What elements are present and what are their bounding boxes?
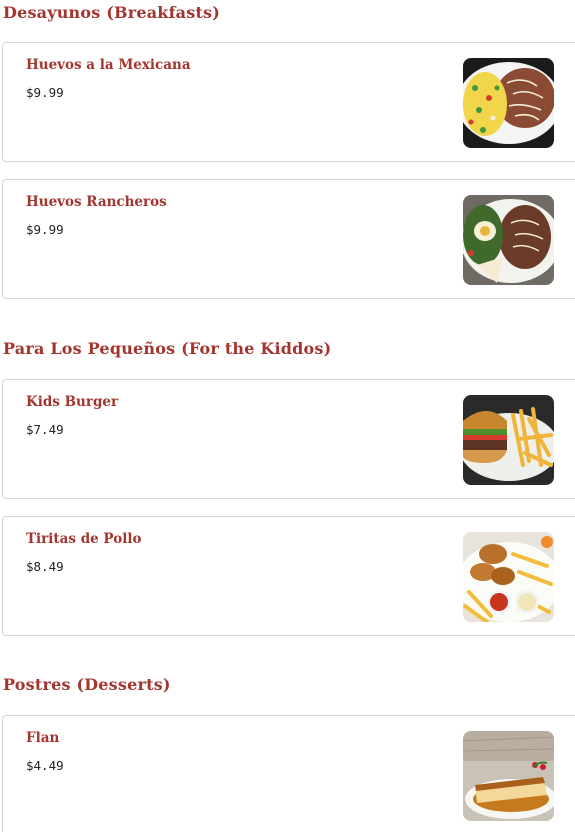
item-name: Huevos a la Mexicana xyxy=(26,57,191,73)
section-title-kiddos: Para Los Pequeños (For the Kiddos) xyxy=(3,339,332,358)
menu-item-card[interactable]: Flan $4.49 xyxy=(2,715,575,832)
menu-item-card[interactable]: Kids Burger $7.49 xyxy=(2,379,575,499)
item-name: Tiritas de Pollo xyxy=(26,531,142,547)
section-title-breakfasts: Desayunos (Breakfasts) xyxy=(3,3,221,22)
huevos-mexicana-photo xyxy=(463,58,554,148)
menu-item-card[interactable]: Huevos a la Mexicana $9.99 xyxy=(2,42,575,162)
item-price: $9.99 xyxy=(26,222,64,237)
flan-photo xyxy=(463,731,554,821)
menu-item-card[interactable]: Tiritas de Pollo $8.49 xyxy=(2,516,575,636)
huevos-rancheros-photo xyxy=(463,195,554,285)
section-title-desserts: Postres (Desserts) xyxy=(3,675,171,694)
item-price: $4.49 xyxy=(26,758,64,773)
item-name: Flan xyxy=(26,730,60,746)
item-name: Kids Burger xyxy=(26,394,119,410)
item-price: $9.99 xyxy=(26,85,64,100)
item-price: $7.49 xyxy=(26,422,64,437)
menu-item-card[interactable]: Huevos Rancheros $9.99 xyxy=(2,179,575,299)
kids-burger-photo xyxy=(463,395,554,485)
item-price: $8.49 xyxy=(26,559,64,574)
item-name: Huevos Rancheros xyxy=(26,194,167,210)
tiritas-pollo-photo xyxy=(463,532,554,622)
